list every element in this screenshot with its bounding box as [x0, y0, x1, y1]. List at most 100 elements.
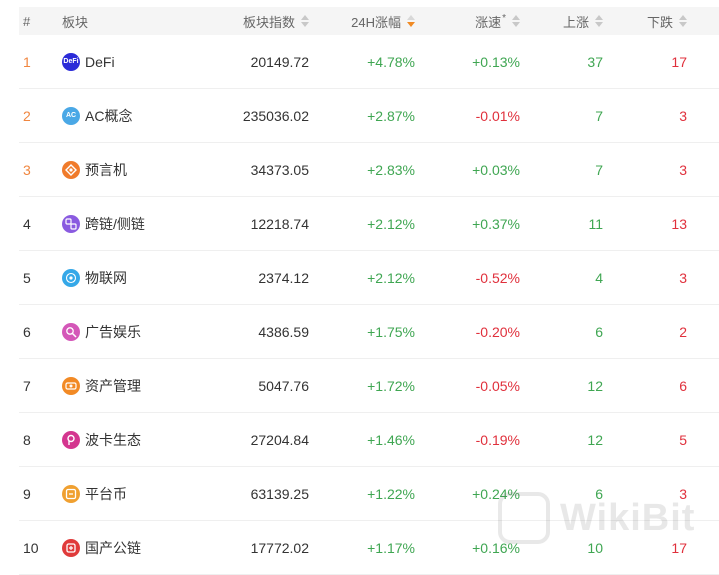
rank-value: 7 [23, 377, 31, 394]
index-value: 12218.74 [250, 215, 309, 232]
sector-cell[interactable]: AC AC概念 [62, 89, 222, 142]
up-count: 6 [595, 485, 603, 502]
up-cell: 7 [539, 143, 603, 196]
change-24h-value: +2.87% [367, 107, 415, 124]
up-cell: 10 [539, 521, 603, 574]
speed-cell: +0.03% [424, 143, 520, 196]
oracle-icon [62, 160, 80, 179]
up-header[interactable]: 上涨 [539, 7, 603, 35]
up-count: 7 [595, 107, 603, 124]
table-row[interactable]: 8 波卡生态 27204.84 +1.46% -0.19% 12 5 [19, 413, 719, 467]
sector-cell[interactable]: 平台币 [62, 467, 222, 520]
down-cell: 17 [624, 521, 687, 574]
sector-cell[interactable]: 资产管理 [62, 359, 222, 412]
sort-icon[interactable] [512, 15, 520, 27]
sector-name[interactable]: 波卡生态 [85, 430, 141, 450]
table-row[interactable]: 3 预言机 34373.05 +2.83% +0.03% 7 3 [19, 143, 719, 197]
sector-name[interactable]: 平台币 [85, 484, 127, 504]
sort-descending-icon[interactable] [407, 15, 415, 27]
table-row[interactable]: 2 AC AC概念 235036.02 +2.87% -0.01% 7 3 [19, 89, 719, 143]
index-cell: 235036.02 [209, 89, 309, 142]
up-count: 10 [587, 539, 603, 556]
speed-header[interactable]: 涨速 * [424, 7, 520, 35]
change-24h-cell: +2.12% [319, 197, 415, 250]
table-row[interactable]: 10 国产公链 17772.02 +1.17% +0.16% 10 17 [19, 521, 719, 575]
sector-name[interactable]: 国产公链 [85, 538, 141, 558]
up-cell: 11 [539, 197, 603, 250]
iot-icon [62, 268, 80, 287]
speed-value: +0.03% [472, 161, 520, 178]
sector-name[interactable]: DeFi [85, 54, 115, 70]
change-24h-header[interactable]: 24H涨幅 [319, 7, 415, 35]
speed-cell: +0.16% [424, 521, 520, 574]
change-24h-value: +1.17% [367, 539, 415, 556]
rank-cell: 8 [23, 413, 53, 466]
table-row[interactable]: 4 跨链/侧链 12218.74 +2.12% +0.37% 11 13 [19, 197, 719, 251]
speed-value: -0.52% [475, 269, 520, 286]
rank-cell: 6 [23, 305, 53, 358]
sector-cell[interactable]: 国产公链 [62, 521, 222, 574]
down-count: 13 [671, 215, 687, 232]
sector-name[interactable]: 广告娱乐 [85, 322, 141, 342]
sector-name[interactable]: 预言机 [85, 160, 127, 180]
rank-cell: 7 [23, 359, 53, 412]
index-header[interactable]: 板块指数 [209, 7, 309, 35]
entertainment-icon [62, 322, 80, 341]
rank-value: 1 [23, 53, 31, 70]
sector-cell[interactable]: 波卡生态 [62, 413, 222, 466]
up-cell: 12 [539, 359, 603, 412]
up-cell: 6 [539, 305, 603, 358]
down-cell: 17 [624, 35, 687, 88]
sector-ranking-table: # 板块 板块指数 24H涨幅 涨速 * 上涨 下跌 1 DeFi DeFi 2… [19, 7, 719, 575]
speed-cell: -0.52% [424, 251, 520, 304]
table-row[interactable]: 7 资产管理 5047.76 +1.72% -0.05% 12 6 [19, 359, 719, 413]
rank-cell: 9 [23, 467, 53, 520]
sector-cell[interactable]: 广告娱乐 [62, 305, 222, 358]
sector-cell[interactable]: DeFi DeFi [62, 35, 222, 88]
icon-label: DeFi [63, 58, 79, 65]
sector-name[interactable]: 资产管理 [85, 376, 141, 396]
index-value: 34373.05 [250, 161, 309, 178]
table-row[interactable]: 5 物联网 2374.12 +2.12% -0.52% 4 3 [19, 251, 719, 305]
ac-icon: AC [62, 106, 80, 125]
rank-value: 9 [23, 485, 31, 502]
sort-icon[interactable] [595, 15, 603, 27]
table-row[interactable]: 6 广告娱乐 4386.59 +1.75% -0.20% 6 2 [19, 305, 719, 359]
change-24h-cell: +2.87% [319, 89, 415, 142]
sector-name[interactable]: 物联网 [85, 268, 127, 288]
index-value: 4386.59 [258, 323, 309, 340]
down-cell: 5 [624, 413, 687, 466]
sort-icon[interactable] [679, 15, 687, 27]
change-24h-header-label: 24H涨幅 [351, 14, 401, 30]
speed-value: -0.01% [475, 107, 520, 124]
sector-cell[interactable]: 物联网 [62, 251, 222, 304]
table-row[interactable]: 9 平台币 63139.25 +1.22% +0.24% 6 3 [19, 467, 719, 521]
table-row[interactable]: 1 DeFi DeFi 20149.72 +4.78% +0.13% 37 17 [19, 35, 719, 89]
speed-cell: -0.01% [424, 89, 520, 142]
rank-value: 8 [23, 431, 31, 448]
sector-header-label: 板块 [62, 14, 89, 30]
speed-value: +0.24% [472, 485, 520, 502]
down-cell: 3 [624, 89, 687, 142]
table-body: 1 DeFi DeFi 20149.72 +4.78% +0.13% 37 17… [19, 35, 719, 575]
sort-icon[interactable] [301, 15, 309, 27]
index-cell: 4386.59 [209, 305, 309, 358]
speed-value: +0.16% [472, 539, 520, 556]
rank-value: 5 [23, 269, 31, 286]
speed-value: -0.20% [475, 323, 520, 340]
down-count: 6 [679, 377, 687, 394]
index-value: 2374.12 [258, 269, 309, 286]
index-cell: 17772.02 [209, 521, 309, 574]
up-count: 12 [587, 431, 603, 448]
sector-name[interactable]: AC概念 [85, 106, 132, 126]
asset-management-icon [62, 376, 80, 395]
sector-cell[interactable]: 跨链/侧链 [62, 197, 222, 250]
rank-value: 4 [23, 215, 31, 232]
cross-chain-icon [62, 214, 80, 233]
sector-cell[interactable]: 预言机 [62, 143, 222, 196]
sector-name[interactable]: 跨链/侧链 [85, 214, 145, 234]
index-cell: 63139.25 [209, 467, 309, 520]
down-cell: 6 [624, 359, 687, 412]
up-count: 12 [587, 377, 603, 394]
down-header[interactable]: 下跌 [624, 7, 687, 35]
